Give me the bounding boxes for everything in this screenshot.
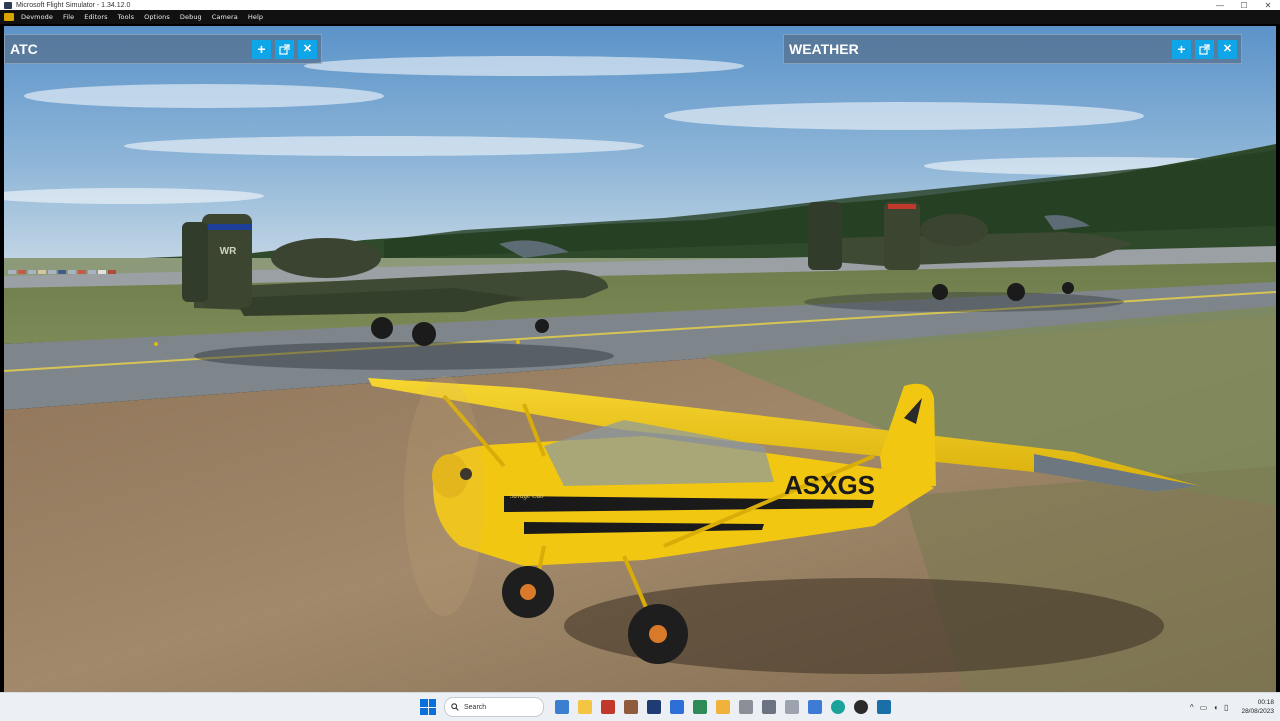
settings-icon[interactable] xyxy=(738,700,753,714)
atc-expand-button[interactable]: + xyxy=(252,39,271,59)
store-icon[interactable] xyxy=(669,700,684,714)
cub-badge-text: Savage Cub xyxy=(510,492,544,500)
cub-registration: ASXGS xyxy=(784,470,875,500)
weather-app-icon[interactable] xyxy=(784,700,799,714)
menu-tools[interactable]: Tools xyxy=(113,13,140,21)
window-title: Microsoft Flight Simulator - 1.34.12.0 xyxy=(16,1,131,9)
atc-panel-title: ATC xyxy=(10,41,38,57)
maximize-button[interactable]: ☐ xyxy=(1232,0,1256,10)
weather-undock-button[interactable] xyxy=(1195,39,1214,59)
calendar-icon[interactable] xyxy=(623,700,638,714)
menu-help[interactable]: Help xyxy=(243,13,268,21)
menu-editors[interactable]: Editors xyxy=(79,13,112,21)
taskbar-clock[interactable]: 00:18 28/08/2023 xyxy=(1241,698,1274,716)
msfs-app-icon xyxy=(4,1,12,9)
menu-camera[interactable]: Camera xyxy=(207,13,243,21)
clock-date: 28/08/2023 xyxy=(1241,708,1274,715)
menu-options[interactable]: Options xyxy=(139,13,175,21)
windows-taskbar: Search ^ ▭ ◖ ▯ 00:18 28/08/2023 xyxy=(0,692,1280,721)
taskbar-center: Search xyxy=(420,697,895,717)
taskbar-search-box[interactable]: Search xyxy=(444,697,544,717)
tray-chevron-icon[interactable]: ^ xyxy=(1190,703,1194,712)
weather-close-button[interactable]: ✕ xyxy=(1218,39,1237,59)
devmode-menubar: Devmode File Editors Tools Options Debug… xyxy=(0,10,1280,24)
battery-icon[interactable]: ▯ xyxy=(1224,703,1228,712)
window-controls: — ☐ ✕ xyxy=(1208,0,1280,10)
msfs-taskbar-icon[interactable] xyxy=(646,700,661,714)
weather-panel-title: WEATHER xyxy=(789,41,859,57)
devmode-icon xyxy=(4,13,14,21)
edge-icon[interactable] xyxy=(830,700,845,714)
chrome-icon[interactable] xyxy=(853,700,868,714)
onedrive-icon[interactable] xyxy=(807,700,822,714)
weather-panel: WEATHER + ✕ xyxy=(783,34,1242,64)
taskbar-search-placeholder: Search xyxy=(464,703,487,711)
office-icon[interactable] xyxy=(600,700,615,714)
external-window-icon xyxy=(1199,43,1210,55)
menu-file[interactable]: File xyxy=(58,13,79,21)
files-icon[interactable] xyxy=(715,700,730,714)
file-explorer-icon[interactable] xyxy=(577,700,592,714)
clock-time: 00:18 xyxy=(1257,699,1274,706)
minimize-button[interactable]: — xyxy=(1208,0,1232,10)
steam-icon[interactable] xyxy=(876,700,891,714)
window-titlebar: Microsoft Flight Simulator - 1.34.12.0 —… xyxy=(0,0,1280,10)
weather-expand-button[interactable]: + xyxy=(1172,39,1191,59)
close-window-button[interactable]: ✕ xyxy=(1256,0,1280,10)
jet-tail-code: WR xyxy=(220,246,237,257)
search-icon xyxy=(451,703,459,711)
xbox-icon[interactable] xyxy=(692,700,707,714)
tools-icon[interactable] xyxy=(761,700,776,714)
volume-icon[interactable]: ◖ xyxy=(1213,703,1218,712)
widgets-icon[interactable] xyxy=(554,700,569,714)
menu-debug[interactable]: Debug xyxy=(175,13,207,21)
system-tray: ^ ▭ ◖ ▯ 00:18 28/08/2023 xyxy=(1187,693,1274,721)
atc-close-button[interactable]: ✕ xyxy=(298,39,317,59)
menu-devmode[interactable]: Devmode xyxy=(16,13,58,21)
tray-icons: ^ ▭ ◖ ▯ xyxy=(1187,703,1232,712)
windows-start-icon[interactable] xyxy=(420,699,436,715)
flight-sim-viewport[interactable]: WR ASXGS Savage Cub xyxy=(4,26,1276,692)
atc-undock-button[interactable] xyxy=(275,39,294,59)
atc-panel: ATC + ✕ xyxy=(4,34,322,64)
display-icon[interactable]: ▭ xyxy=(1200,703,1208,712)
external-window-icon xyxy=(279,43,290,55)
scene-render: WR ASXGS Savage Cub xyxy=(4,26,1276,692)
